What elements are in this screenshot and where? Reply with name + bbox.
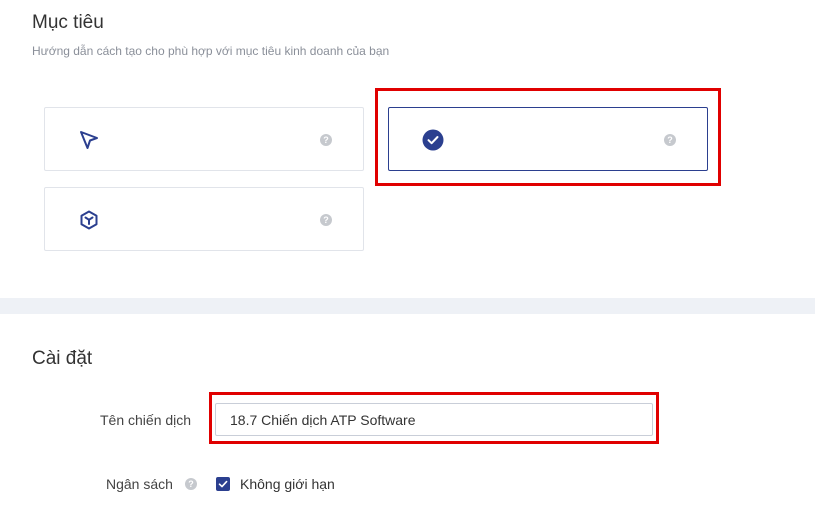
checkmark-icon [218, 480, 228, 488]
objective-card-traffic[interactable]: ? [44, 107, 364, 171]
objective-card-catalog[interactable]: ? [44, 187, 364, 251]
help-icon[interactable]: ? [185, 478, 197, 490]
help-icon[interactable]: ? [664, 134, 676, 146]
help-icon[interactable]: ? [320, 134, 332, 146]
objective-subtitle: Hướng dẫn cách tạo cho phù hợp với mục t… [32, 44, 390, 58]
help-icon[interactable]: ? [320, 214, 332, 226]
objective-title: Mục tiêu [32, 12, 104, 33]
settings-title: Cài đặt [32, 348, 93, 369]
check-circle-icon [421, 128, 445, 152]
unlimited-budget-label[interactable]: Không giới hạn [240, 476, 335, 492]
campaign-name-input[interactable] [215, 403, 653, 436]
unlimited-budget-checkbox[interactable] [216, 477, 230, 491]
campaign-name-label: Tên chiến dịch [100, 412, 192, 428]
objective-panel: Mục tiêu Hướng dẫn cách tạo cho phù hợp … [0, 0, 815, 298]
cursor-arrow-icon [77, 128, 101, 152]
budget-label: Ngân sách [106, 476, 173, 492]
objective-card-conversion[interactable]: ? [388, 107, 708, 171]
cube-icon [77, 208, 101, 232]
